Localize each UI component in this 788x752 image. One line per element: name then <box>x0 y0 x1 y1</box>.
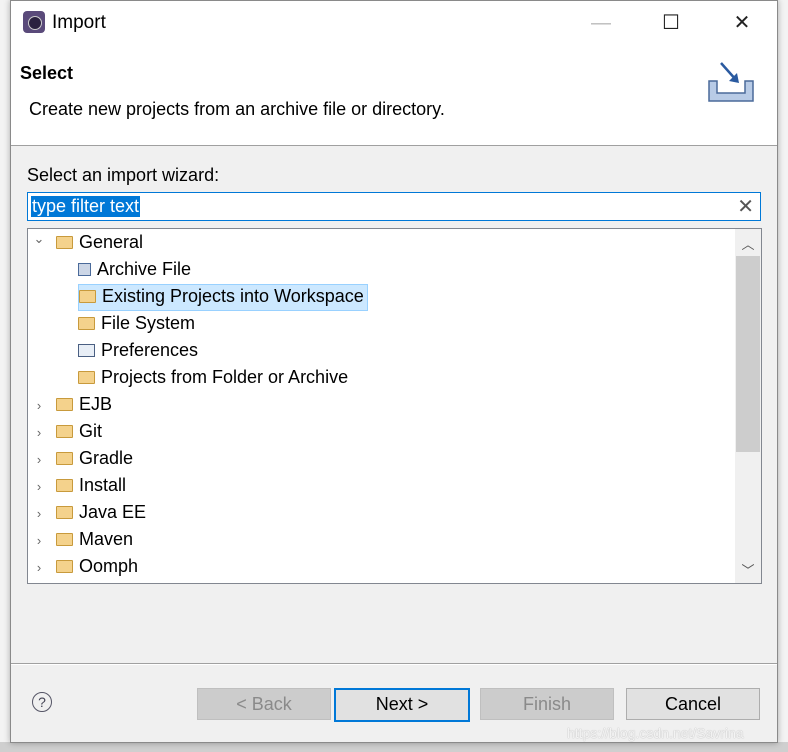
tree-item-label: Gradle <box>79 448 134 468</box>
tree-item[interactable]: EJB <box>56 392 112 417</box>
tree-item[interactable]: Git <box>56 419 102 444</box>
collapse-icon[interactable]: ⌄ <box>32 231 46 247</box>
clear-icon[interactable]: ✕ <box>737 194 754 219</box>
tree-item[interactable]: Install <box>56 473 126 498</box>
import-dialog: Import — ☐ ✕ Select Create new projects … <box>10 0 778 743</box>
back-button[interactable]: < Back <box>197 688 331 720</box>
folder-icon <box>78 371 95 384</box>
expand-icon[interactable]: › <box>32 533 46 548</box>
expand-icon[interactable]: › <box>32 452 46 467</box>
window-title: Import <box>52 12 106 33</box>
tree-item[interactable]: File System <box>78 311 195 336</box>
tree-item-label: Git <box>79 421 103 441</box>
tree-item-label: Existing Projects into Workspace <box>102 286 364 306</box>
folder-open-icon <box>56 398 73 411</box>
help-icon[interactable]: ? <box>32 692 52 712</box>
tree-item-label: Java EE <box>79 502 147 522</box>
finish-button[interactable]: Finish <box>480 688 614 720</box>
tree-item[interactable]: Oomph <box>56 554 138 579</box>
wizard-header: Select Create new projects from an archi… <box>11 45 777 146</box>
close-button[interactable]: ✕ <box>722 7 762 39</box>
tree-item[interactable]: Archive File <box>78 257 191 282</box>
background-app-right <box>777 0 788 752</box>
folder-open-icon <box>56 425 73 438</box>
folder-open-icon <box>56 506 73 519</box>
eclipse-icon <box>23 11 45 33</box>
minimize-button[interactable]: — <box>581 7 621 39</box>
next-button[interactable]: Next > <box>334 688 470 722</box>
wizard-label: Select an import wizard: <box>27 165 220 185</box>
watermark: https://blog.csdn.net/Savrina <box>567 725 744 741</box>
folder-open-icon <box>56 560 73 573</box>
tree-item[interactable]: Existing Projects into Workspace <box>78 284 368 311</box>
expand-icon[interactable]: › <box>32 560 46 575</box>
scroll-down-icon[interactable]: ﹀ <box>735 560 761 579</box>
tree-item[interactable]: Gradle <box>56 446 133 471</box>
filter-input[interactable]: type filter text ✕ <box>27 192 761 221</box>
tree-item[interactable]: Maven <box>56 527 133 552</box>
page-title: Select <box>20 63 74 83</box>
expand-icon[interactable]: › <box>32 425 46 440</box>
folder-open-icon <box>56 479 73 492</box>
expand-icon[interactable]: › <box>32 479 46 494</box>
folder-open-icon <box>56 533 73 546</box>
vertical-scrollbar[interactable]: ︿ ﹀ <box>735 229 761 583</box>
tree-item-label: Preferences <box>101 340 199 360</box>
tree-item-label: Maven <box>79 529 134 549</box>
tree-item[interactable]: General <box>56 230 143 255</box>
tree-item-label: General <box>79 232 144 252</box>
expand-icon[interactable]: › <box>32 506 46 521</box>
tree-item-label: Install <box>79 475 127 495</box>
wizard-tree[interactable]: ︿ ﹀ ⌄ General Archive File Existing Project… <box>27 228 762 584</box>
tree-item-label: EJB <box>79 394 113 414</box>
background-app-left <box>0 0 10 752</box>
background-app-bottom <box>0 742 788 752</box>
import-banner-icon <box>708 62 754 102</box>
folder-add-icon <box>79 290 96 303</box>
separator <box>11 663 777 665</box>
page-description: Create new projects from an archive file… <box>29 99 445 119</box>
preferences-icon <box>78 344 95 357</box>
tree-item-label: File System <box>101 313 196 333</box>
cancel-button[interactable]: Cancel <box>626 688 760 720</box>
tree-item[interactable]: Preferences <box>78 338 198 363</box>
scrollbar-thumb[interactable] <box>736 256 760 452</box>
tree-item[interactable]: Projects from Folder or Archive <box>78 365 348 390</box>
tree-item[interactable]: Java EE <box>56 500 146 525</box>
filter-text[interactable]: type filter text <box>31 196 141 217</box>
tree-item-label: Archive File <box>97 259 192 279</box>
maximize-button[interactable]: ☐ <box>651 7 691 39</box>
folder-open-icon <box>56 452 73 465</box>
scroll-up-icon[interactable]: ︿ <box>735 234 761 253</box>
expand-icon[interactable]: › <box>32 398 46 413</box>
tree-item-label: Oomph <box>79 556 139 576</box>
folder-icon <box>78 317 95 330</box>
tree-item-label: Projects from Folder or Archive <box>101 367 349 387</box>
archive-icon <box>78 263 91 276</box>
title-bar: Import — ☐ ✕ <box>11 1 777 45</box>
folder-open-icon <box>56 236 73 249</box>
